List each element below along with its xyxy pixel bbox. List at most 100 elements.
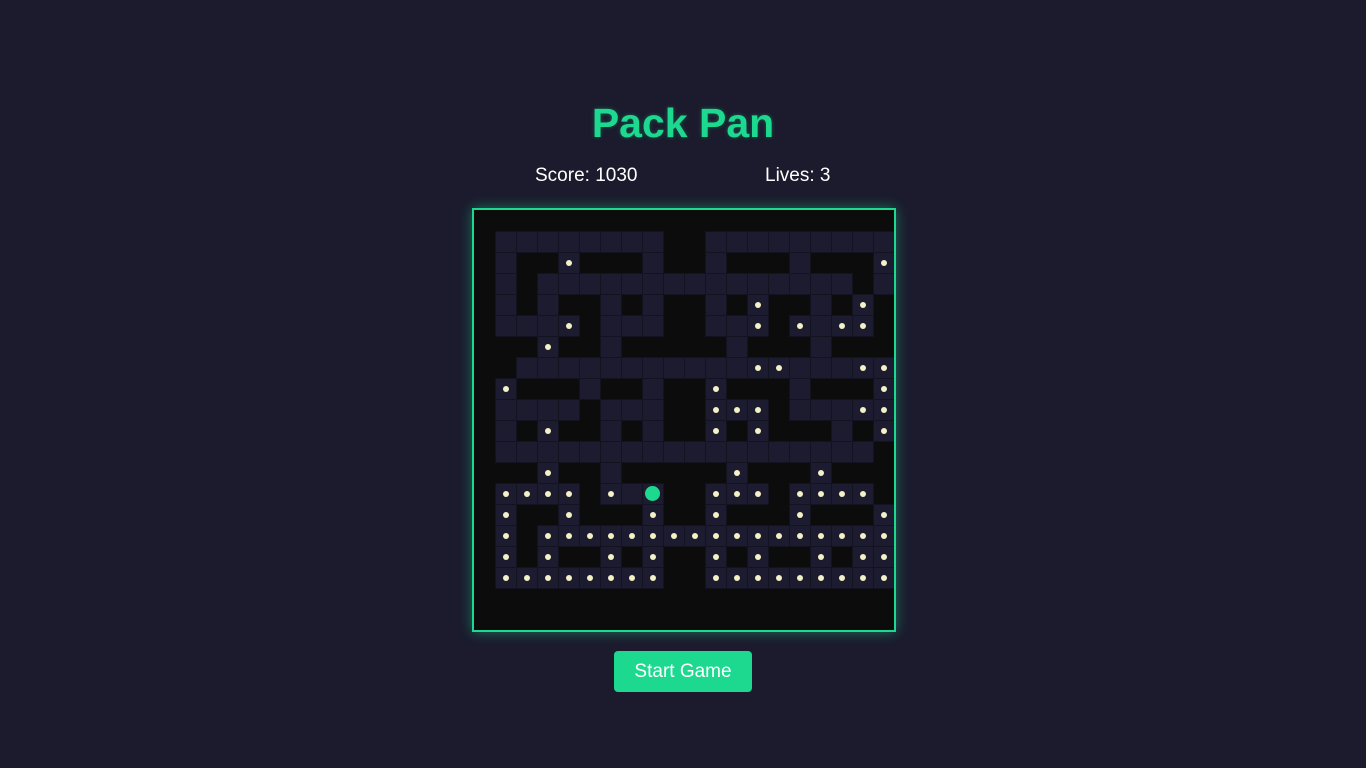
maze-path-tile [558, 273, 580, 295]
maze-path-tile [642, 378, 664, 400]
maze-path-tile [726, 315, 748, 337]
maze-path-tile [642, 441, 664, 463]
pellet-dot [818, 470, 824, 476]
pellet-dot [713, 491, 719, 497]
pellet-dot [755, 533, 761, 539]
pellet-dot [755, 575, 761, 581]
maze-path-tile [726, 357, 748, 379]
pellet-dot [818, 575, 824, 581]
pellet-dot [545, 575, 551, 581]
maze-path-tile [831, 399, 853, 421]
player-icon [645, 486, 660, 501]
pellet-dot [713, 407, 719, 413]
lives-display: Lives: 3 [765, 165, 831, 186]
pellet-dot [713, 554, 719, 560]
maze-path-tile [600, 462, 622, 484]
maze-path-tile [621, 273, 643, 295]
pellet-dot [860, 575, 866, 581]
maze-path-tile [810, 399, 832, 421]
pellet-dot [524, 491, 530, 497]
maze-path-tile [579, 378, 601, 400]
maze-path-tile [705, 441, 727, 463]
pellet-dot [566, 512, 572, 518]
pellet-dot [839, 323, 845, 329]
pellet-dot [755, 365, 761, 371]
pellet-dot [503, 554, 509, 560]
maze-path-tile [831, 231, 853, 253]
maze-path-tile [537, 273, 559, 295]
pellet-dot [797, 323, 803, 329]
maze-path-tile [663, 273, 685, 295]
pellet-dot [881, 575, 887, 581]
pellet-dot [608, 533, 614, 539]
pellet-dot [839, 533, 845, 539]
maze-path-tile [810, 273, 832, 295]
maze-path-tile [516, 399, 538, 421]
maze-path-tile [726, 441, 748, 463]
maze-path-tile [621, 399, 643, 421]
maze-path-tile [789, 441, 811, 463]
maze-path-tile [621, 231, 643, 253]
pellet-dot [839, 491, 845, 497]
pellet-dot [776, 533, 782, 539]
pellet-dot [881, 365, 887, 371]
maze-path-tile [810, 357, 832, 379]
maze-path-tile [705, 315, 727, 337]
maze-path-tile [558, 231, 580, 253]
maze-path-tile [558, 441, 580, 463]
maze-path-tile [495, 231, 517, 253]
pellet-dot [881, 386, 887, 392]
maze-path-tile [726, 336, 748, 358]
maze-path-tile [600, 441, 622, 463]
pellet-dot [881, 533, 887, 539]
start-game-button[interactable]: Start Game [614, 651, 752, 692]
maze-path-tile [663, 441, 685, 463]
maze-path-tile [642, 231, 664, 253]
pellet-dot [503, 533, 509, 539]
pellet-dot [566, 575, 572, 581]
pellet-dot [524, 575, 530, 581]
maze-path-tile [621, 357, 643, 379]
pellet-dot [818, 491, 824, 497]
maze-path-tile [810, 294, 832, 316]
pellet-dot [860, 554, 866, 560]
pellet-dot [671, 533, 677, 539]
pellet-dot [650, 512, 656, 518]
maze-path-tile [516, 231, 538, 253]
pellet-dot [650, 554, 656, 560]
pellet-dot [629, 533, 635, 539]
pellet-dot [587, 533, 593, 539]
maze-path-tile [579, 273, 601, 295]
maze-path-tile [684, 273, 706, 295]
pellet-dot [881, 554, 887, 560]
maze-path-tile [768, 441, 790, 463]
maze-path-tile [537, 294, 559, 316]
maze-path-tile [789, 231, 811, 253]
maze-path-tile [726, 273, 748, 295]
pellet-dot [818, 533, 824, 539]
pellet-dot [713, 428, 719, 434]
maze-path-tile [768, 273, 790, 295]
maze-path-tile [705, 294, 727, 316]
pellet-dot [776, 365, 782, 371]
maze-path-tile [789, 378, 811, 400]
pellet-dot [545, 470, 551, 476]
maze-path-tile [537, 357, 559, 379]
game-board[interactable] [472, 208, 896, 632]
maze-path-tile [600, 399, 622, 421]
pellet-dot [503, 491, 509, 497]
pellet-dot [755, 302, 761, 308]
maze-path-tile [810, 336, 832, 358]
maze-path-tile [642, 252, 664, 274]
maze-path-tile [600, 273, 622, 295]
maze-path-tile [495, 273, 517, 295]
maze-path-tile [579, 441, 601, 463]
pellet-dot [545, 428, 551, 434]
pellet-dot [776, 575, 782, 581]
maze-path-tile [495, 420, 517, 442]
maze-path-tile [642, 420, 664, 442]
pellet-dot [860, 491, 866, 497]
maze-path-tile [495, 399, 517, 421]
maze-path-tile [537, 441, 559, 463]
maze-path-tile [495, 441, 517, 463]
